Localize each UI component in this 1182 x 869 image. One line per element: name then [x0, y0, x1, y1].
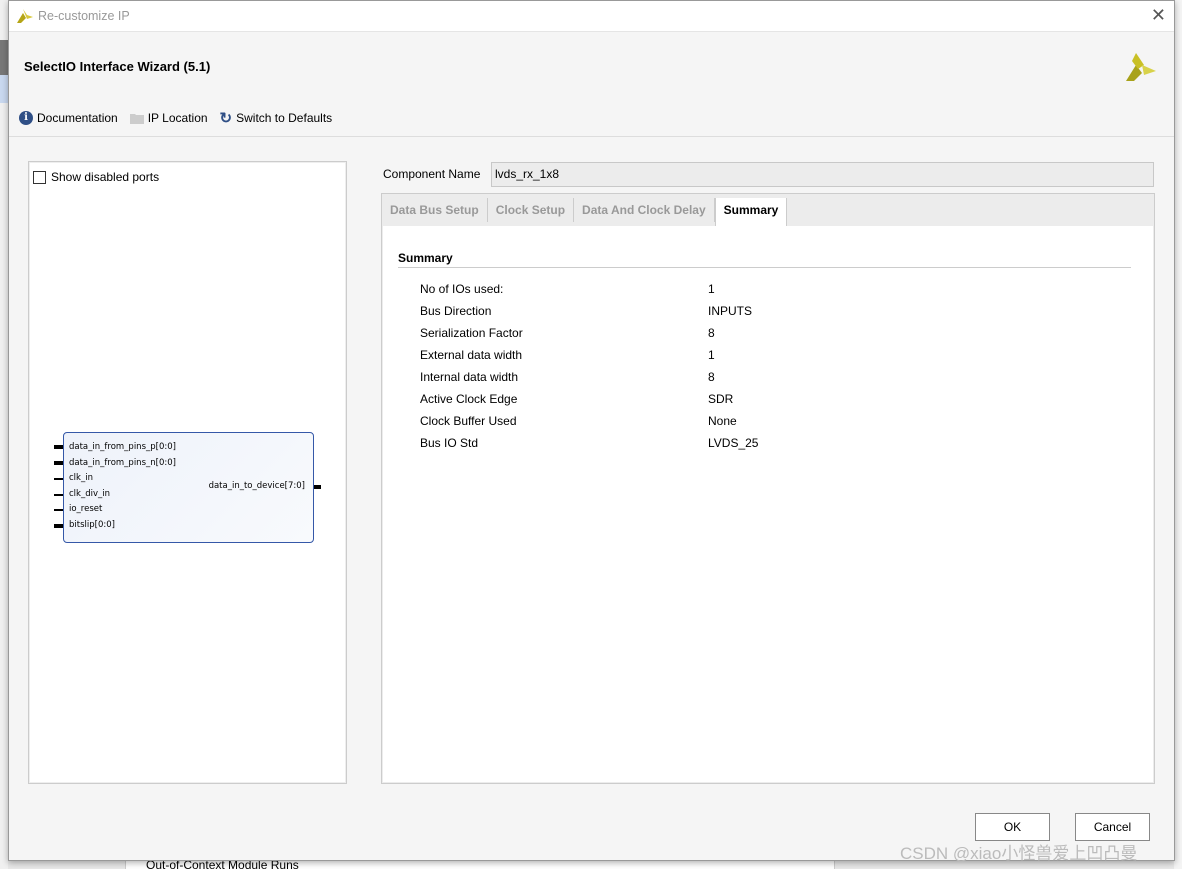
row-label: Clock Buffer Used [420, 414, 517, 428]
summary-row: Clock Buffer Used None [420, 410, 737, 432]
toolbar: i Documentation IP Location ↻ Switch to De… [19, 109, 332, 127]
input-port: bitslip[0:0] [69, 520, 115, 530]
tab-bar: Data Bus Setup Clock Setup Data And Cloc… [382, 194, 1154, 226]
xilinx-logo-icon [1126, 53, 1156, 81]
watermark: CSDN @xiao小怪兽爱上凹凸曼 [900, 844, 1138, 863]
summary-heading: Summary [398, 251, 453, 265]
input-port: io_reset [69, 504, 103, 514]
summary-row: Active Clock Edge SDR [420, 388, 733, 410]
ip-location-label: IP Location [147, 111, 208, 125]
documentation-button[interactable]: i Documentation [19, 109, 118, 127]
row-label: Bus Direction [420, 304, 492, 318]
summary-row: Bus IO Std LVDS_25 [420, 432, 758, 454]
summary-row: Serialization Factor 8 [420, 322, 715, 344]
pin [54, 509, 63, 511]
title-bar: Re-customize IP ✕ [9, 1, 1174, 32]
checkbox-box[interactable] [33, 170, 46, 184]
background-app-left [0, 0, 8, 869]
wizard-title: SelectIO Interface Wizard (5.1) [24, 59, 211, 74]
row-label: External data width [420, 348, 523, 362]
checkbox-label: Show disabled ports [51, 170, 160, 184]
summary-row: Internal data width 8 [420, 366, 715, 388]
pin [54, 478, 63, 480]
component-name-label: Component Name [383, 167, 481, 181]
vivado-logo-icon [17, 9, 33, 23]
tab-summary[interactable]: Summary [714, 198, 788, 226]
refresh-icon: ↻ [219, 110, 233, 127]
row-label: Internal data width [420, 370, 519, 384]
symbol-panel: Show disabled ports data_in_from_pins_p[… [28, 161, 347, 784]
output-port: data_in_to_device[7:0] [208, 481, 305, 491]
pin [54, 461, 63, 465]
divider [9, 136, 1174, 137]
info-icon: i [19, 111, 33, 125]
summary-row: External data width 1 [420, 344, 715, 366]
folder-icon [129, 114, 144, 124]
row-value: 8 [708, 370, 715, 384]
divider [398, 267, 1131, 268]
row-value: SDR [708, 392, 734, 406]
summary-row: No of IOs used: 1 [420, 278, 715, 300]
close-icon[interactable]: ✕ [1151, 5, 1166, 26]
pin [54, 524, 63, 528]
documentation-label: Documentation [37, 111, 118, 125]
row-label: Active Clock Edge [420, 392, 518, 406]
switch-defaults-label: Switch to Defaults [236, 111, 333, 125]
input-port: data_in_from_pins_p[0:0] [69, 442, 176, 452]
input-port: data_in_from_pins_n[0:0] [69, 458, 176, 468]
row-label: Bus IO Std [420, 436, 479, 450]
switch-to-defaults-button[interactable]: ↻ Switch to Defaults [220, 109, 333, 127]
row-label: No of IOs used: [420, 282, 504, 296]
tab-clock-setup[interactable]: Clock Setup [488, 198, 575, 222]
summary-content: Summary No of IOs used: 1 Bus Direction IN… [383, 226, 1153, 782]
window-title: Re-customize IP [38, 9, 130, 23]
row-value: LVDS_25 [708, 436, 759, 450]
pin [54, 494, 63, 496]
input-port: clk_div_in [69, 489, 110, 499]
row-value: None [708, 414, 737, 428]
pin [314, 485, 321, 489]
row-value: 1 [708, 282, 715, 296]
ip-symbol-block: data_in_from_pins_p[0:0] data_in_from_pi… [54, 432, 321, 543]
row-value: 1 [708, 348, 715, 362]
recustomize-ip-dialog: Re-customize IP ✕ SelectIO Interface Wiz… [8, 0, 1175, 861]
row-value: 8 [708, 326, 715, 340]
ip-location-button[interactable]: IP Location [129, 109, 208, 127]
tab-panel: Data Bus Setup Clock Setup Data And Cloc… [381, 193, 1155, 784]
row-label: Serialization Factor [420, 326, 523, 340]
summary-row: Bus Direction INPUTS [420, 300, 752, 322]
tab-data-bus-setup[interactable]: Data Bus Setup [382, 198, 488, 222]
cancel-button[interactable]: Cancel [1075, 813, 1150, 841]
show-disabled-ports-checkbox[interactable]: Show disabled ports [33, 170, 159, 184]
tab-data-and-clock-delay[interactable]: Data And Clock Delay [574, 198, 715, 222]
component-name-input[interactable]: lvds_rx_1x8 [491, 162, 1154, 187]
background-app-right [1174, 0, 1182, 869]
pin [54, 445, 63, 449]
input-port: clk_in [69, 473, 93, 483]
ok-button[interactable]: OK [975, 813, 1050, 841]
row-value: INPUTS [708, 304, 753, 318]
